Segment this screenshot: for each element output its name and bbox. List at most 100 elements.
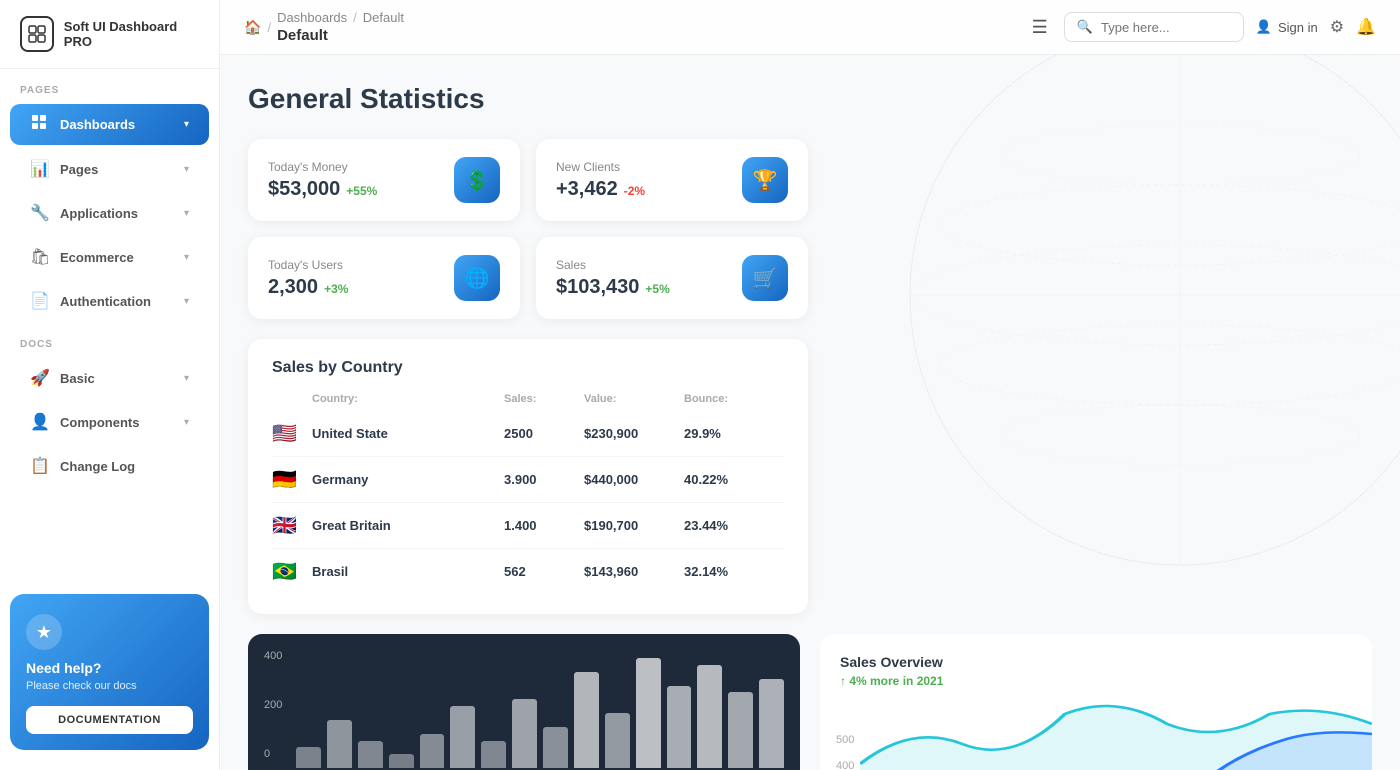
overview-label-400: 400 xyxy=(836,760,854,770)
breadcrumb-current: Default xyxy=(277,27,404,44)
bar-6 xyxy=(481,741,506,769)
page-title: General Statistics xyxy=(248,83,1372,115)
notification-icon[interactable]: 🔔 xyxy=(1356,17,1376,37)
bar-12 xyxy=(667,686,692,769)
dashboard-icon xyxy=(30,114,48,135)
sales-country-title: Sales by Country xyxy=(272,359,784,377)
components-arrow: ▾ xyxy=(184,417,189,428)
bar-2 xyxy=(358,741,383,769)
stat-clients-label: New Clients xyxy=(556,160,645,174)
bar-11 xyxy=(636,658,661,768)
bar-0 xyxy=(296,747,321,768)
pages-icon: 📊 xyxy=(30,159,48,179)
search-input[interactable] xyxy=(1101,20,1221,35)
sidebar-ecommerce-label: Ecommerce xyxy=(60,250,172,265)
stat-money-info: Today's Money $53,000+55% xyxy=(268,160,377,201)
country-row-br: 🇧🇷 Brasil 562 $143,960 32.14% xyxy=(272,549,784,594)
settings-icon[interactable]: ⚙ xyxy=(1330,17,1344,37)
stat-sales-value: $103,430+5% xyxy=(556,276,670,299)
bar-label-0: 0 xyxy=(264,748,282,760)
stat-sales-icon: 🛒 xyxy=(742,255,788,301)
stat-users-info: Today's Users 2,300+3% xyxy=(268,258,348,299)
flag-br: 🇧🇷 xyxy=(272,559,312,584)
applications-icon: 🔧 xyxy=(30,203,48,223)
bounce-de: 40.22% xyxy=(684,472,784,487)
sidebar-item-pages[interactable]: 📊 Pages ▾ xyxy=(10,149,209,189)
sales-br: 562 xyxy=(504,564,584,579)
stat-money-value: $53,000+55% xyxy=(268,178,377,201)
breadcrumb-sep2: / xyxy=(353,10,357,25)
stat-users-label: Today's Users xyxy=(268,258,348,272)
bar-label-200: 200 xyxy=(264,699,282,711)
basic-arrow: ▾ xyxy=(184,373,189,384)
col-sales: Sales: xyxy=(504,393,584,405)
menu-icon[interactable]: ☰ xyxy=(1032,17,1048,38)
sidebar-logo: Soft UI Dashboard PRO xyxy=(0,0,219,69)
search-box[interactable]: 🔍 xyxy=(1064,12,1244,42)
breadcrumb-default: Default xyxy=(363,10,404,25)
content-area: General Statistics Today's Money $53,000… xyxy=(220,55,1400,770)
stat-card-sales: Sales $103,430+5% 🛒 xyxy=(536,237,808,319)
flag-gb: 🇬🇧 xyxy=(272,513,312,538)
stat-users-icon: 🌐 xyxy=(454,255,500,301)
bar-label-400: 400 xyxy=(264,650,282,662)
globe-decoration xyxy=(900,55,1400,575)
sidebar-authentication-label: Authentication xyxy=(60,294,172,309)
country-row-gb: 🇬🇧 Great Britain 1.400 $190,700 23.44% xyxy=(272,503,784,549)
bounce-br: 32.14% xyxy=(684,564,784,579)
logo-icon xyxy=(20,16,54,52)
stat-clients-icon: 🏆 xyxy=(742,157,788,203)
value-de: $440,000 xyxy=(584,472,684,487)
bar-5 xyxy=(450,706,475,768)
sidebar-item-dashboards[interactable]: Dashboards ▾ xyxy=(10,104,209,145)
bar-13 xyxy=(697,665,722,768)
authentication-icon: 📄 xyxy=(30,291,48,311)
help-title: Need help? xyxy=(26,660,193,676)
breadcrumb-dashboards: Dashboards xyxy=(277,10,347,25)
sidebar-dashboards-label: Dashboards xyxy=(60,117,172,132)
sidebar-item-authentication[interactable]: 📄 Authentication ▾ xyxy=(10,281,209,321)
bar-3 xyxy=(389,754,414,768)
sign-in-button[interactable]: 👤 Sign in xyxy=(1256,19,1318,35)
country-us: United State xyxy=(312,426,504,441)
overview-title: Sales Overview xyxy=(840,654,1352,670)
components-icon: 👤 xyxy=(30,412,48,432)
bar-4 xyxy=(420,734,445,768)
value-br: $143,960 xyxy=(584,564,684,579)
sidebar-item-applications[interactable]: 🔧 Applications ▾ xyxy=(10,193,209,233)
sidebar: Soft UI Dashboard PRO PAGES Dashboards ▾… xyxy=(0,0,220,770)
user-icon: 👤 xyxy=(1256,19,1272,35)
bounce-us: 29.9% xyxy=(684,426,784,441)
sidebar-item-ecommerce[interactable]: 🛍 Ecommerce ▾ xyxy=(10,237,209,277)
pages-arrow: ▾ xyxy=(184,164,189,175)
sales-country-card: Sales by Country Country: Sales: Value: … xyxy=(248,339,808,614)
documentation-button[interactable]: DOCUMENTATION xyxy=(26,706,193,734)
ecommerce-arrow: ▾ xyxy=(184,252,189,263)
bar-chart-labels: 400 200 0 xyxy=(264,650,282,760)
stat-money-label: Today's Money xyxy=(268,160,377,174)
stat-money-icon: 💲 xyxy=(454,157,500,203)
sidebar-item-components[interactable]: 👤 Components ▾ xyxy=(10,402,209,442)
ecommerce-icon: 🛍 xyxy=(30,247,48,267)
bar-chart-bars xyxy=(296,658,784,768)
stat-card-users: Today's Users 2,300+3% 🌐 xyxy=(248,237,520,319)
overview-subtitle: ↑ 4% more in 2021 xyxy=(840,674,1352,688)
sidebar-basic-label: Basic xyxy=(60,371,172,386)
value-gb: $190,700 xyxy=(584,518,684,533)
overview-label-500: 500 xyxy=(836,734,854,746)
stat-sales-info: Sales $103,430+5% xyxy=(556,258,670,299)
sidebar-applications-label: Applications xyxy=(60,206,172,221)
bottom-charts: 400 200 0 Sales Overview ↑ 4% more in 20… xyxy=(248,634,1372,770)
sidebar-help: ★ Need help? Please check our docs DOCUM… xyxy=(10,594,209,750)
sales-gb: 1.400 xyxy=(504,518,584,533)
bar-10 xyxy=(605,713,630,768)
stat-clients-value: +3,462-2% xyxy=(556,178,645,201)
breadcrumb: 🏠 / Dashboards / Default Default xyxy=(244,10,1008,44)
sidebar-item-changelog[interactable]: 📋 Change Log xyxy=(10,446,209,486)
stat-clients-info: New Clients +3,462-2% xyxy=(556,160,645,201)
sidebar-components-label: Components xyxy=(60,415,172,430)
country-table-header: Country: Sales: Value: Bounce: xyxy=(272,393,784,411)
sidebar-item-basic[interactable]: 🚀 Basic ▾ xyxy=(10,358,209,398)
stat-card-money: Today's Money $53,000+55% 💲 xyxy=(248,139,520,221)
stat-money-change: +55% xyxy=(346,184,377,198)
